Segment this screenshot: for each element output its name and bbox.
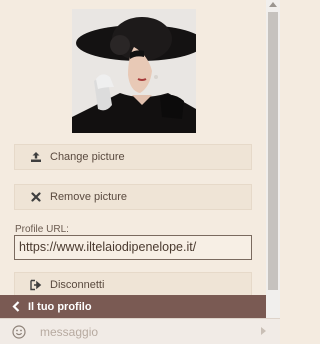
scroll-thumb[interactable] xyxy=(268,12,278,290)
profile-bar-title: Il tuo profilo xyxy=(28,300,92,313)
scrollbar[interactable] xyxy=(266,0,280,343)
profile-url-field[interactable]: https://www.iltelaiodipenelope.it/ xyxy=(14,235,252,260)
x-icon xyxy=(30,191,42,203)
upload-icon xyxy=(30,151,42,163)
message-bar: messaggio xyxy=(0,318,280,344)
avatar-portrait-image xyxy=(72,9,196,133)
remove-picture-button[interactable]: Remove picture xyxy=(14,184,252,210)
scroll-up-arrow[interactable] xyxy=(269,2,277,7)
remove-picture-label: Remove picture xyxy=(50,191,128,203)
change-picture-button[interactable]: Change picture xyxy=(14,144,252,170)
profile-header-bar[interactable]: Il tuo profilo xyxy=(0,295,266,318)
profile-avatar xyxy=(72,9,196,133)
smiley-icon[interactable] xyxy=(12,324,26,339)
change-picture-label: Change picture xyxy=(50,151,125,163)
profile-panel: Change picture Remove picture Profile UR… xyxy=(0,0,267,343)
disconnect-label: Disconnetti xyxy=(50,279,105,291)
chevron-left-icon xyxy=(12,301,20,312)
message-input[interactable]: messaggio xyxy=(40,325,98,339)
sign-out-icon xyxy=(30,279,42,291)
send-icon[interactable] xyxy=(261,327,266,335)
profile-url-label: Profile URL: xyxy=(15,224,69,235)
